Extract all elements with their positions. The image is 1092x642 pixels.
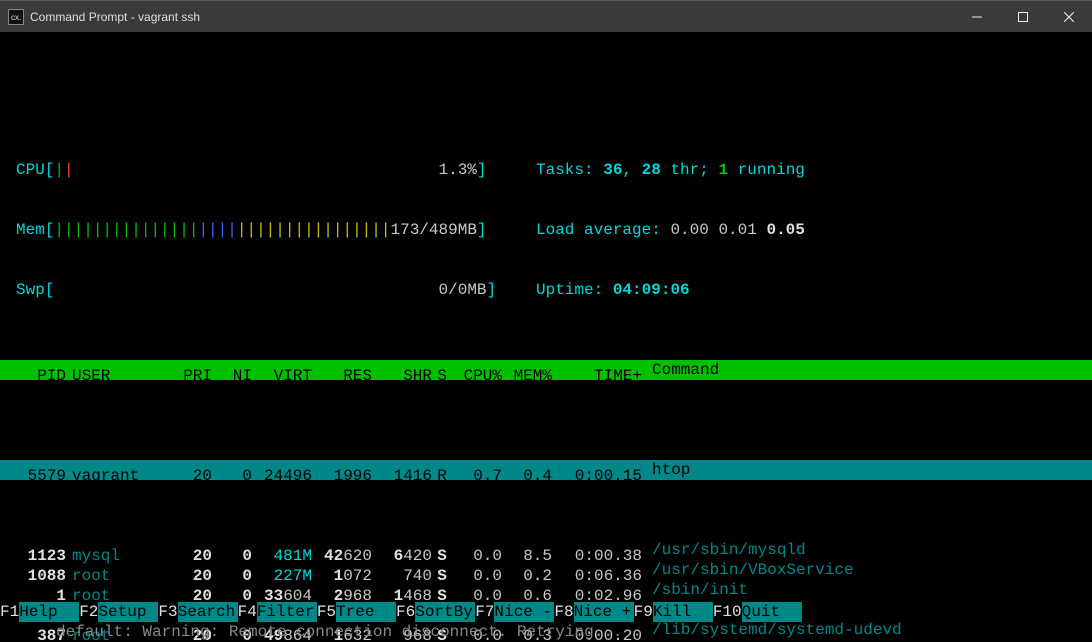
fkey-f4[interactable]: Filter	[257, 602, 317, 622]
col-s[interactable]: S	[432, 366, 452, 386]
fkey-f5-key: F5	[317, 602, 336, 622]
fkey-f10[interactable]: Quit	[742, 602, 802, 622]
fkey-f2[interactable]: Setup	[98, 602, 158, 622]
status-line: default: Warning: Remote connection disc…	[0, 622, 1092, 642]
col-res[interactable]: RES	[312, 366, 372, 386]
tasks-info: Tasks: 36, 28 thr; 1 running	[536, 160, 1092, 180]
cpu-meter: CPU[|| 1.3%]	[16, 160, 536, 180]
col-virt[interactable]: VIRT	[252, 366, 312, 386]
col-cmd[interactable]: Command	[642, 360, 1092, 380]
process-row[interactable]: 1123mysql200481M426206420S0.08.50:00.38/…	[0, 540, 1092, 560]
col-pri[interactable]: PRI	[172, 366, 212, 386]
close-button[interactable]	[1046, 2, 1092, 32]
uptime-info: Uptime: 04:09:06	[536, 280, 1092, 300]
maximize-icon	[1018, 12, 1028, 22]
process-table-header[interactable]: PIDUSERPRINIVIRTRESSHRSCPU%MEM%TIME+Comm…	[0, 360, 1092, 380]
swp-meter: Swp[ 0/0MB]	[16, 280, 536, 300]
col-shr[interactable]: SHR	[372, 366, 432, 386]
app-icon: cx.	[8, 9, 24, 25]
minimize-icon	[972, 12, 982, 22]
terminal-area[interactable]: CPU[|| 1.3%] Mem[|||||||||||||||||||||||…	[0, 32, 1092, 642]
fkey-f10-key: F10	[713, 602, 742, 622]
maximize-button[interactable]	[1000, 2, 1046, 32]
fkey-f8[interactable]: Nice +	[574, 602, 634, 622]
fkey-f9-key: F9	[634, 602, 653, 622]
fkey-f1-key: F1	[0, 602, 19, 622]
fkey-f3[interactable]: Search	[178, 602, 238, 622]
function-key-bar: F1Help F2Setup F3SearchF4FilterF5Tree F6…	[0, 602, 1092, 622]
fkey-f9[interactable]: Kill	[653, 602, 713, 622]
window-titlebar: cx. Command Prompt - vagrant ssh	[0, 0, 1092, 32]
col-user[interactable]: USER	[66, 366, 172, 386]
fkey-f3-key: F3	[158, 602, 177, 622]
col-ni[interactable]: NI	[212, 366, 252, 386]
fkey-f7-key: F7	[475, 602, 494, 622]
fkey-f6-key: F6	[396, 602, 415, 622]
process-row[interactable]: 1root2003360429681468S0.00.60:02.96/sbin…	[0, 580, 1092, 600]
col-pid[interactable]: PID	[16, 366, 66, 386]
fkey-f1[interactable]: Help	[19, 602, 79, 622]
fkey-f7[interactable]: Nice -	[494, 602, 554, 622]
col-cpu[interactable]: CPU%	[452, 366, 502, 386]
process-row-selected[interactable]: 5579vagrant2002449619961416R0.70.40:00.1…	[0, 460, 1092, 480]
minimize-button[interactable]	[954, 2, 1000, 32]
close-icon	[1064, 12, 1074, 22]
process-row[interactable]: 1088root200227M1072740S0.00.20:06.36/usr…	[0, 560, 1092, 580]
fkey-f6[interactable]: SortBy	[415, 602, 475, 622]
load-info: Load average: 0.00 0.01 0.05	[536, 220, 1092, 240]
col-time[interactable]: TIME+	[552, 366, 642, 386]
window-title: Command Prompt - vagrant ssh	[30, 10, 954, 24]
fkey-f8-key: F8	[554, 602, 573, 622]
fkey-f4-key: F4	[238, 602, 257, 622]
fkey-f5[interactable]: Tree	[336, 602, 396, 622]
fkey-f2-key: F2	[79, 602, 98, 622]
col-mem[interactable]: MEM%	[502, 366, 552, 386]
mem-meter: Mem[|||||||||||||||||||||||||||||||||||1…	[16, 220, 536, 240]
